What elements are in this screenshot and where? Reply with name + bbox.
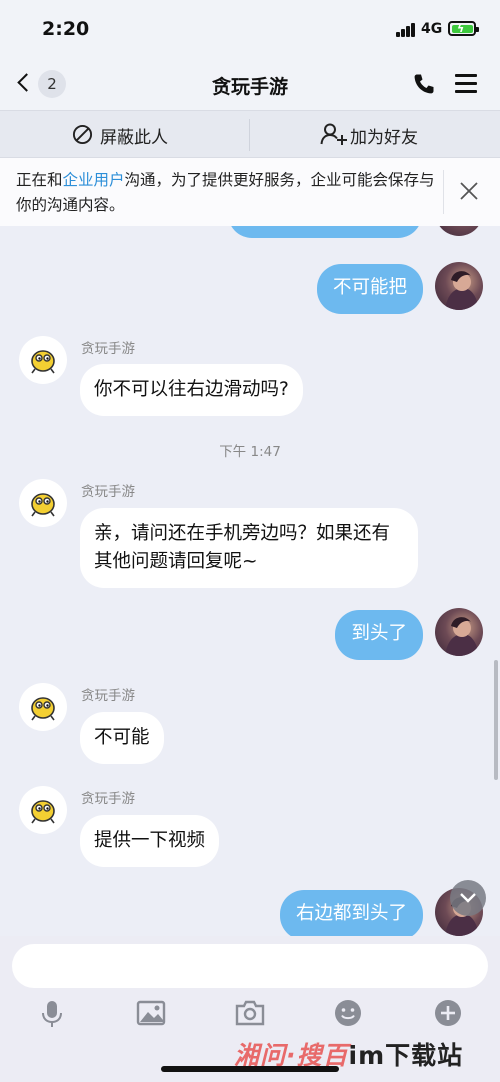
add-friend-button[interactable]: 加为好友: [250, 111, 500, 159]
message-timestamp: 下午 1:47: [219, 444, 281, 460]
sender-name: 贪玩手游: [81, 688, 135, 704]
chevron-down-icon: [460, 893, 476, 903]
chat-area[interactable]: 不可能把 贪玩手游 你不可以往右边滑动吗? 下午 1:47 贪玩手游 亲，请问还…: [0, 226, 500, 936]
add-user-icon: [320, 123, 347, 145]
home-indicator[interactable]: [161, 1066, 339, 1072]
bot-avatar[interactable]: [19, 683, 67, 731]
camera-icon[interactable]: [233, 996, 267, 1030]
sender-name: 贪玩手游: [81, 791, 135, 807]
my-avatar[interactable]: [435, 608, 483, 656]
close-icon[interactable]: [458, 180, 480, 202]
menu-icon[interactable]: [455, 74, 477, 93]
image-icon[interactable]: [134, 996, 168, 1030]
scrollbar[interactable]: [494, 660, 498, 780]
phone-icon[interactable]: [412, 72, 436, 96]
sender-name: 贪玩手游: [81, 484, 135, 500]
message-bubble-outgoing[interactable]: 右边都到头了: [279, 890, 423, 936]
notice-divider: [443, 170, 444, 214]
mic-icon[interactable]: [35, 996, 69, 1030]
page-title: 贪玩手游: [211, 76, 288, 98]
message-bubble-incoming[interactable]: 提供一下视频: [80, 815, 220, 867]
message-bubble-outgoing[interactable]: 到头了: [335, 610, 423, 660]
plus-icon[interactable]: [431, 996, 465, 1030]
bot-avatar[interactable]: [19, 786, 67, 834]
emoji-icon[interactable]: [331, 996, 365, 1030]
action-bar: 屏蔽此人 加为好友: [0, 110, 500, 158]
watermark-part-b: im下载站: [348, 1041, 464, 1070]
bot-avatar[interactable]: [19, 479, 67, 527]
bot-avatar[interactable]: [19, 336, 67, 384]
input-area: 湘问·搜百im下载站: [0, 936, 500, 1082]
enterprise-user-link[interactable]: 企业用户: [63, 171, 125, 189]
network-label: 4G: [421, 21, 443, 37]
my-avatar[interactable]: [435, 262, 483, 310]
my-avatar[interactable]: [435, 226, 483, 236]
add-friend-label: 加为好友: [350, 128, 418, 148]
unread-count-badge: 2: [38, 70, 66, 98]
signal-icon: [396, 23, 416, 37]
chevron-left-icon: [17, 73, 36, 92]
status-bar: 2:20 4G ϟ: [0, 0, 500, 58]
previous-message-bubble[interactable]: [228, 226, 422, 238]
nav-bar: 2 贪玩手游: [0, 58, 500, 110]
sender-name: 贪玩手游: [81, 341, 135, 357]
notice-banner: 正在和企业用户沟通，为了提供更好服务，企业可能会保存与你的沟通内容。: [0, 158, 500, 226]
battery-icon: ϟ: [448, 21, 479, 36]
message-bubble-incoming[interactable]: 不可能: [80, 712, 164, 764]
status-time: 2:20: [42, 18, 90, 40]
message-bubble-incoming[interactable]: 你不可以往右边滑动吗?: [80, 364, 303, 416]
block-icon: [72, 124, 93, 145]
message-input[interactable]: [12, 944, 488, 988]
back-button[interactable]: 2: [14, 68, 70, 100]
message-bubble-incoming[interactable]: 亲，请问还在手机旁边吗？如果还有其他问题请回复呢~: [80, 508, 418, 588]
scroll-to-bottom-button[interactable]: [450, 880, 486, 916]
block-user-button[interactable]: 屏蔽此人: [0, 111, 250, 159]
notice-prefix: 正在和: [16, 171, 63, 189]
notice-text: 正在和企业用户沟通，为了提供更好服务，企业可能会保存与你的沟通内容。: [16, 168, 436, 218]
message-bubble-outgoing[interactable]: 不可能把: [316, 264, 423, 314]
block-user-label: 屏蔽此人: [100, 128, 168, 148]
